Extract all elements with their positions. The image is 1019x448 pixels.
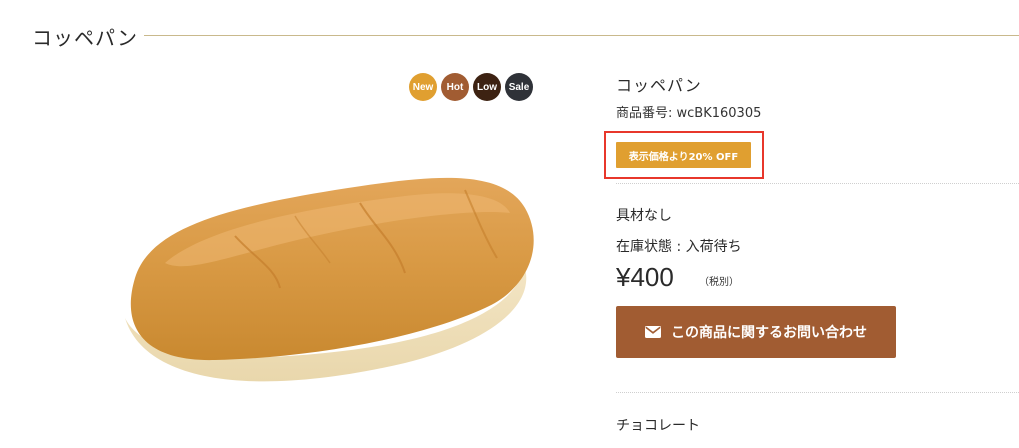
divider xyxy=(616,183,1019,184)
tax-note: （税別） xyxy=(699,277,739,288)
discount-tag: 表示価格より20% OFF xyxy=(616,142,751,168)
badge-hot: Hot xyxy=(441,73,469,101)
option-label: 具材なし xyxy=(616,208,672,224)
product-image xyxy=(105,168,545,402)
option-label-next: チョコレート xyxy=(616,418,700,434)
badge-sale: Sale xyxy=(505,73,533,101)
stock-status: 在庫状態 : 入荷待ち xyxy=(616,239,742,255)
divider xyxy=(616,392,1019,393)
inquiry-button[interactable]: この商品に関するお問い合わせ xyxy=(616,306,896,358)
price: ¥400 xyxy=(616,262,674,292)
page-title: コッペパン xyxy=(32,26,138,50)
product-code: 商品番号: wcBK160305 xyxy=(616,106,762,121)
envelope-icon xyxy=(645,326,661,338)
inquiry-button-label: この商品に関するお問い合わせ xyxy=(671,325,867,341)
bread-image xyxy=(125,177,534,382)
product-info: コッペパン 商品番号: wcBK160305 表示価格より20% OFF 具材な… xyxy=(604,0,1019,448)
badge-low: Low xyxy=(473,73,501,101)
badge-group: New Hot Low Sale xyxy=(409,73,533,101)
product-name: コッペパン xyxy=(616,76,702,95)
badge-new: New xyxy=(409,73,437,101)
